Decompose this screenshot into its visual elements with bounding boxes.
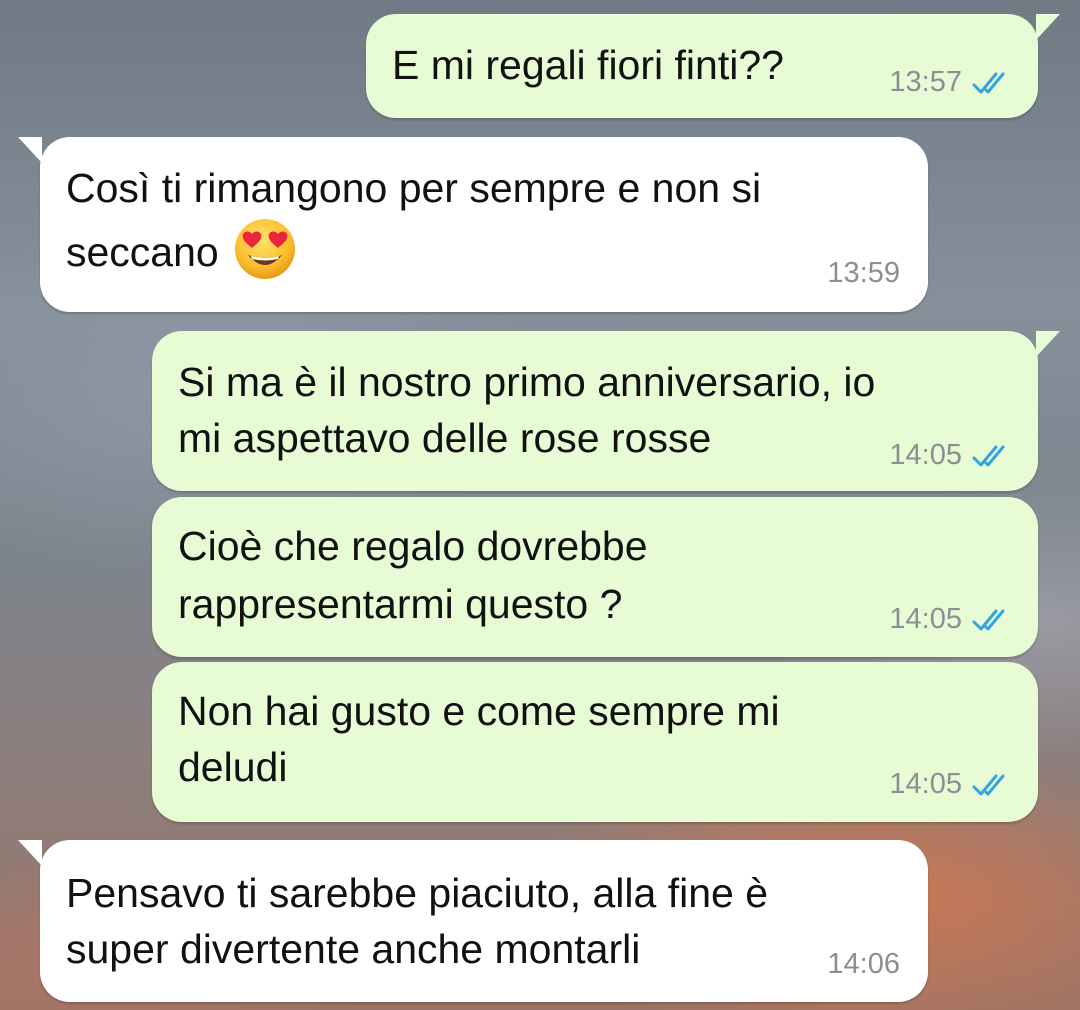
message-text: Si ma è il nostro primo anniversario, io bbox=[178, 359, 876, 405]
message-meta: 14:05 bbox=[889, 439, 1016, 472]
message-bubble-incoming[interactable]: Così ti rimangono per sempre e non si se… bbox=[18, 137, 928, 312]
double-check-read-icon bbox=[972, 609, 1005, 630]
message-bubble-outgoing[interactable]: Cioè che regalo dovrebbe rappresentarmi … bbox=[152, 497, 1038, 657]
heart-eyes-emoji-icon bbox=[234, 219, 295, 280]
message-bubble-outgoing[interactable]: E mi regali fiori finti?? 13:57 bbox=[366, 14, 1060, 118]
message-meta: 14:05 bbox=[889, 768, 1016, 801]
message-text: E mi regali fiori finti?? bbox=[392, 42, 784, 88]
message-text: super divertente anche montarli bbox=[66, 926, 641, 972]
message-text: deludi bbox=[178, 744, 288, 790]
message-bubble-outgoing[interactable]: Si ma è il nostro primo anniversario, io… bbox=[152, 331, 1060, 491]
double-check-read-icon bbox=[972, 72, 1005, 93]
message-text: Pensavo ti sarebbe piaciuto, alla fine è bbox=[66, 870, 769, 916]
double-check-read-icon bbox=[972, 774, 1005, 795]
message-bubble-outgoing[interactable]: Non hai gusto e come sempre mi deludi 14… bbox=[152, 662, 1038, 822]
message-time: 14:06 bbox=[827, 948, 900, 980]
message-time: 13:57 bbox=[889, 66, 962, 98]
message-meta: 13:59 bbox=[827, 257, 900, 290]
message-bubble-incoming[interactable]: Pensavo ti sarebbe piaciuto, alla fine è… bbox=[18, 840, 928, 1002]
message-text: seccano bbox=[66, 219, 297, 287]
double-check-read-icon bbox=[972, 445, 1005, 466]
message-text-line: seccano bbox=[66, 229, 219, 275]
message-time: 13:59 bbox=[827, 257, 900, 289]
message-text: rappresentarmi questo ? bbox=[178, 581, 623, 627]
message-meta: 14:06 bbox=[827, 948, 900, 981]
message-time: 14:05 bbox=[889, 768, 962, 800]
message-text: Non hai gusto e come sempre mi bbox=[178, 688, 780, 734]
message-text: Cioè che regalo dovrebbe bbox=[178, 523, 648, 569]
message-text: Così ti rimangono per sempre e non si bbox=[66, 165, 762, 211]
message-text: mi aspettavo delle rose rosse bbox=[178, 415, 712, 461]
message-time: 14:05 bbox=[889, 603, 962, 635]
message-meta: 14:05 bbox=[889, 603, 1016, 636]
message-meta: 13:57 bbox=[889, 66, 1016, 99]
message-time: 14:05 bbox=[889, 439, 962, 471]
